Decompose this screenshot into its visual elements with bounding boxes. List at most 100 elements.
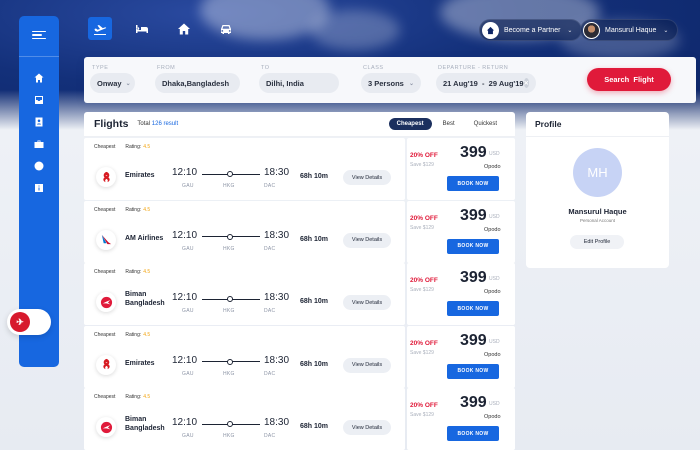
operator-label: Opodo bbox=[484, 351, 501, 358]
sidebar-item-globe[interactable] bbox=[30, 157, 48, 175]
currency-label: USD bbox=[489, 401, 500, 407]
price-panel: 20% OFF Save $129 399 USD Opodo BOOK NOW bbox=[407, 388, 515, 450]
savings-label: Save $129 bbox=[410, 412, 434, 418]
airline-switcher[interactable]: ✈ bbox=[7, 309, 51, 335]
flight-tag: Cheapest bbox=[94, 331, 116, 338]
view-details-button[interactable]: View Details bbox=[343, 357, 391, 373]
arrival-time: 18:30 bbox=[264, 354, 290, 366]
become-partner-button[interactable]: Become a Partner ⌄ bbox=[479, 19, 583, 41]
airline-name: Emirates bbox=[125, 359, 155, 367]
american-airlines-logo-icon bbox=[101, 234, 111, 245]
sort-tab-best[interactable]: Best bbox=[435, 118, 463, 130]
flight-meta: Cheapest Rating: 4.5 bbox=[94, 269, 150, 275]
departure-code: GAU bbox=[182, 245, 194, 252]
user-menu-button[interactable]: Mansurul Haque ⌄ bbox=[580, 19, 679, 41]
price-value: 399 bbox=[460, 331, 487, 349]
view-details-button[interactable]: View Details bbox=[343, 295, 391, 310]
flight-info: Cheapest Rating: 4.5 Biman Bangladesh 12:1… bbox=[84, 388, 405, 450]
edit-profile-button[interactable]: Edit Profile bbox=[570, 235, 624, 249]
sort-tab-cheapest[interactable]: Cheapest bbox=[388, 118, 432, 130]
discount-label: 20% OFF bbox=[410, 152, 438, 159]
tab-hotels[interactable] bbox=[130, 17, 154, 40]
emirates-logo-icon bbox=[102, 358, 110, 370]
type-select[interactable]: Onway ⌄ bbox=[90, 73, 135, 93]
arrival-time: 18:30 bbox=[264, 292, 290, 303]
biman-logo-icon bbox=[100, 421, 112, 433]
flight-tag: Cheapest bbox=[94, 144, 116, 150]
tab-homes[interactable] bbox=[172, 17, 196, 40]
type-label: TYPE bbox=[92, 65, 109, 71]
book-now-button[interactable]: BOOK NOW bbox=[447, 363, 499, 379]
tab-cars[interactable] bbox=[214, 17, 238, 40]
rating-label: Rating: bbox=[125, 269, 142, 275]
sidebar-item-info[interactable] bbox=[30, 179, 48, 197]
hamburger-menu-icon[interactable] bbox=[32, 28, 46, 42]
view-details-button[interactable]: View Details bbox=[343, 232, 391, 248]
sidebar-item-home[interactable] bbox=[30, 69, 48, 87]
dates-label: DEPARTURE - RETURN bbox=[438, 65, 509, 71]
arrival-time: 18:30 bbox=[264, 167, 290, 178]
stopover-code: HKG bbox=[223, 433, 235, 439]
tab-flights[interactable] bbox=[88, 17, 112, 40]
profile-name: Mansurul Haque bbox=[568, 207, 627, 216]
departure-code: GAU bbox=[182, 370, 194, 377]
dates-field[interactable]: DEPARTURE - RETURN 21 Aug'19 - 29 Aug'19… bbox=[436, 65, 536, 93]
profile-account-type: Personal Account bbox=[579, 218, 616, 223]
class-label: CLASS bbox=[363, 65, 384, 71]
arrival-code: DAC bbox=[264, 308, 276, 314]
book-now-button[interactable]: BOOK NOW bbox=[447, 176, 499, 191]
view-details-button[interactable]: View Details bbox=[343, 420, 391, 435]
rating-value: 4.5 bbox=[143, 269, 151, 275]
discount-label: 20% OFF bbox=[410, 277, 438, 284]
flight-duration: 68h 10m bbox=[300, 360, 329, 368]
flight-card: Cheapest Rating: 4.5 Emirates 12:10 GAU HK… bbox=[84, 325, 515, 388]
stopover-dot bbox=[227, 171, 233, 177]
to-input[interactable]: Dilhi, India bbox=[259, 73, 339, 93]
stopover-dot bbox=[227, 421, 233, 427]
view-details-button[interactable]: View Details bbox=[343, 170, 391, 185]
stopover-dot bbox=[227, 358, 233, 365]
departure-code: GAU bbox=[182, 308, 194, 314]
operator-label: Opodo bbox=[484, 226, 501, 233]
class-field[interactable]: CLASS 3 Persons ⌄ bbox=[361, 65, 421, 93]
chevron-down-icon: ⌄ bbox=[663, 27, 669, 34]
user-avatar bbox=[583, 21, 600, 39]
route-line bbox=[202, 296, 260, 302]
airline-name: AM Airlines bbox=[125, 234, 164, 242]
profile-title: Profile bbox=[526, 112, 669, 137]
sidebar-item-contacts[interactable] bbox=[30, 113, 48, 131]
from-input[interactable]: Dhaka,Bangladesh bbox=[155, 73, 240, 93]
book-now-button[interactable]: BOOK NOW bbox=[447, 301, 499, 316]
departure-time: 12:10 bbox=[172, 354, 198, 366]
type-field[interactable]: TYPE Onway ⌄ bbox=[90, 65, 135, 93]
flight-info: Cheapest Rating: 4.5 Emirates 12:10 GAU HK… bbox=[84, 138, 405, 200]
flight-tag: Cheapest bbox=[94, 269, 116, 275]
sort-tabs: Cheapest Best Quickest bbox=[388, 118, 505, 130]
flight-info: Cheapest Rating: 4.5 AM Airlines 12:10 GAU… bbox=[84, 200, 405, 263]
sort-tab-quickest[interactable]: Quickest bbox=[466, 118, 505, 130]
to-field[interactable]: TO Dilhi, India bbox=[259, 65, 339, 93]
clear-dates-icon[interactable]: ✕ bbox=[523, 78, 529, 88]
book-now-button[interactable]: BOOK NOW bbox=[447, 238, 499, 254]
sidebar-item-inbox[interactable] bbox=[30, 91, 48, 109]
globe-icon bbox=[34, 161, 44, 171]
emirates-logo-icon bbox=[102, 171, 110, 182]
class-select[interactable]: 3 Persons ⌄ bbox=[361, 73, 421, 93]
arrival-code: DAC bbox=[264, 245, 276, 252]
partner-label: Become a Partner bbox=[504, 26, 561, 34]
flight-card: Cheapest Rating: 4.5 Biman Bangladesh 12:1… bbox=[84, 263, 515, 325]
briefcase-icon bbox=[34, 140, 44, 148]
chevron-down-icon: ⌄ bbox=[567, 27, 573, 34]
sidebar-item-briefcase[interactable] bbox=[30, 135, 48, 153]
book-now-button[interactable]: BOOK NOW bbox=[447, 426, 499, 441]
rating-value: 4.5 bbox=[143, 144, 151, 150]
price-value: 399 bbox=[460, 144, 487, 161]
info-icon bbox=[35, 184, 43, 192]
from-field[interactable]: FROM Dhaka,Bangladesh bbox=[155, 65, 240, 93]
currency-label: USD bbox=[489, 151, 500, 157]
currency-label: USD bbox=[489, 338, 500, 345]
dates-input[interactable]: 21 Aug'19 - 29 Aug'19 ✕ bbox=[436, 73, 536, 93]
search-flight-button[interactable]: Search Flight bbox=[587, 68, 671, 91]
flight-duration: 68h 10m bbox=[300, 423, 329, 430]
price-value: 399 bbox=[460, 206, 487, 224]
